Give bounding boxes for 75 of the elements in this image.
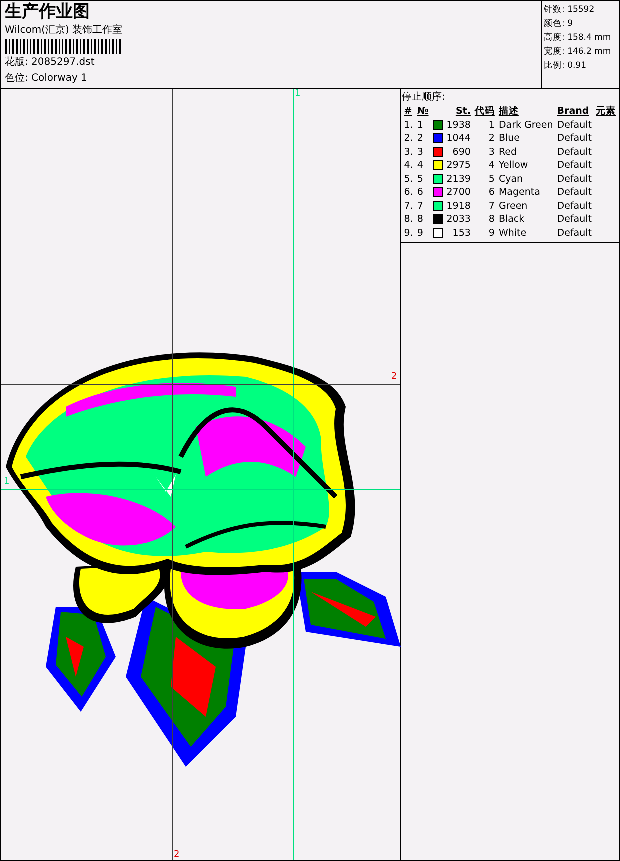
table-cell-text: Black <box>498 213 526 226</box>
table-cell-text: 1938 <box>446 118 472 132</box>
column-header: # <box>403 105 414 118</box>
table-cell-text: Default <box>556 172 593 186</box>
table-cell-text: 4. <box>403 159 414 172</box>
table-cell-text: 690 <box>452 146 472 159</box>
stat-text: 宽度: 146.2 mm <box>544 46 612 59</box>
table-cell-text: Default <box>556 200 593 213</box>
table-cell-text: 2139 <box>446 172 472 186</box>
column-header: St. <box>454 105 472 118</box>
table-cell-text: Yellow <box>498 159 530 172</box>
table-cell-text: 8. <box>403 213 414 226</box>
table-cell-text: 2033 <box>446 213 472 226</box>
table-cell-text: Default <box>556 213 593 226</box>
guide-label: 1 <box>295 89 301 99</box>
stat-text: 比例: 0.91 <box>544 60 588 73</box>
table-cell-text: 3 <box>416 146 424 159</box>
stop-sequence-title: 停止顺序: <box>402 90 447 105</box>
guide-label: 2 <box>392 372 398 382</box>
table-cell-text: Dark Green <box>498 118 554 132</box>
column-header: Brand <box>556 105 590 118</box>
table-cell-text: Default <box>556 118 593 132</box>
table-cell-text: Magenta <box>498 186 542 200</box>
table-cell-text: 5 <box>488 172 496 186</box>
table-cell-text: 1044 <box>446 132 472 146</box>
column-header: 描述 <box>498 105 520 118</box>
table-cell-text: 1918 <box>446 200 472 213</box>
table-cell-text: 4 <box>416 159 424 172</box>
table-cell-text: 2 <box>416 132 424 146</box>
sheet-title: 生产作业图 <box>5 3 91 22</box>
table-cell-text: 7 <box>416 200 424 213</box>
table-cell-text: 4 <box>488 159 496 172</box>
table-cell-text: 6 <box>488 186 496 200</box>
table-cell-text: 6 <box>416 186 424 200</box>
table-cell-text: 1. <box>403 118 414 132</box>
table-cell-text: 153 <box>452 226 472 240</box>
company-name: Wilcom(汇京) 装饰工作室 <box>5 24 124 38</box>
table-cell-text: 9 <box>488 226 496 240</box>
design-file: 花版: 2085297.dst <box>5 56 96 70</box>
table-cell-text: Default <box>556 132 593 146</box>
table-cell-text: 9. <box>403 226 414 240</box>
table-cell-text: 2. <box>403 132 414 146</box>
table-cell-text: 2975 <box>446 159 472 172</box>
guide-label: 2 <box>174 850 180 860</box>
table-cell-text: 3 <box>488 146 496 159</box>
stat-text: 针数: 15592 <box>544 4 596 17</box>
colorway-label: 色位: Colorway 1 <box>5 72 88 86</box>
guide-label: 1 <box>4 477 10 487</box>
table-cell-text: 8 <box>488 213 496 226</box>
stat-text: 颜色: 9 <box>544 18 574 31</box>
table-cell-text: Default <box>556 186 593 200</box>
table-cell-text: 7. <box>403 200 414 213</box>
table-cell-text: White <box>498 226 528 240</box>
table-cell-text: Blue <box>498 132 521 146</box>
table-cell-text: Cyan <box>498 172 524 186</box>
table-cell-text: 9 <box>416 226 424 240</box>
table-cell-text: 2 <box>488 132 496 146</box>
table-cell-text: 6. <box>403 186 414 200</box>
column-header: № <box>416 105 430 118</box>
column-header: 元素 <box>595 105 617 118</box>
table-cell-text: 2700 <box>446 186 472 200</box>
stat-text: 高度: 158.4 mm <box>544 32 612 45</box>
table-cell-text: 1 <box>416 118 424 132</box>
table-cell-text: Red <box>498 146 518 159</box>
column-header: 代码 <box>474 105 496 118</box>
table-cell-text: 5. <box>403 172 414 186</box>
table-cell-text: 5 <box>416 172 424 186</box>
table-cell-text: 7 <box>488 200 496 213</box>
table-cell-text: Default <box>556 146 593 159</box>
table-cell-text: Default <box>556 226 593 240</box>
table-cell-text: 8 <box>416 213 424 226</box>
table-cell-text: Green <box>498 200 529 213</box>
table-cell-text: 1 <box>488 118 496 132</box>
table-cell-text: Default <box>556 159 593 172</box>
table-cell-text: 3. <box>403 146 414 159</box>
